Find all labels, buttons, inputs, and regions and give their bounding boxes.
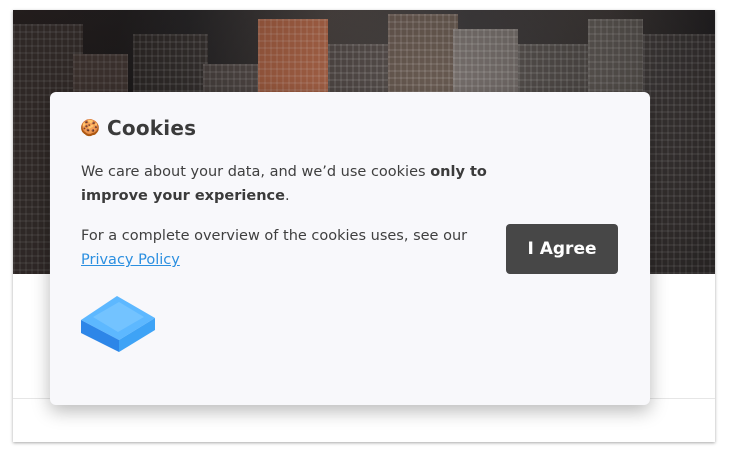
cookie-description: We care about your data, and we’d use co… bbox=[81, 160, 501, 208]
cookie-description-prefix: We care about your data, and we’d use co… bbox=[81, 164, 431, 180]
privacy-policy-link[interactable]: Privacy Policy bbox=[81, 252, 180, 268]
cookie-consent-modal: 🍪 Cookies We care about your data, and w… bbox=[50, 92, 650, 405]
cookie-description-suffix: . bbox=[284, 188, 290, 204]
privacy-policy-prefix: For a complete overview of the cookies u… bbox=[81, 228, 468, 244]
privacy-policy-text: For a complete overview of the cookies u… bbox=[81, 224, 501, 272]
stack-logo-icon bbox=[81, 295, 157, 355]
cookie-title: Cookies bbox=[107, 116, 197, 140]
agree-button[interactable]: I Agree bbox=[506, 224, 618, 274]
cookie-icon: 🍪 bbox=[80, 118, 100, 137]
cookie-title-row: 🍪 Cookies bbox=[80, 116, 197, 140]
